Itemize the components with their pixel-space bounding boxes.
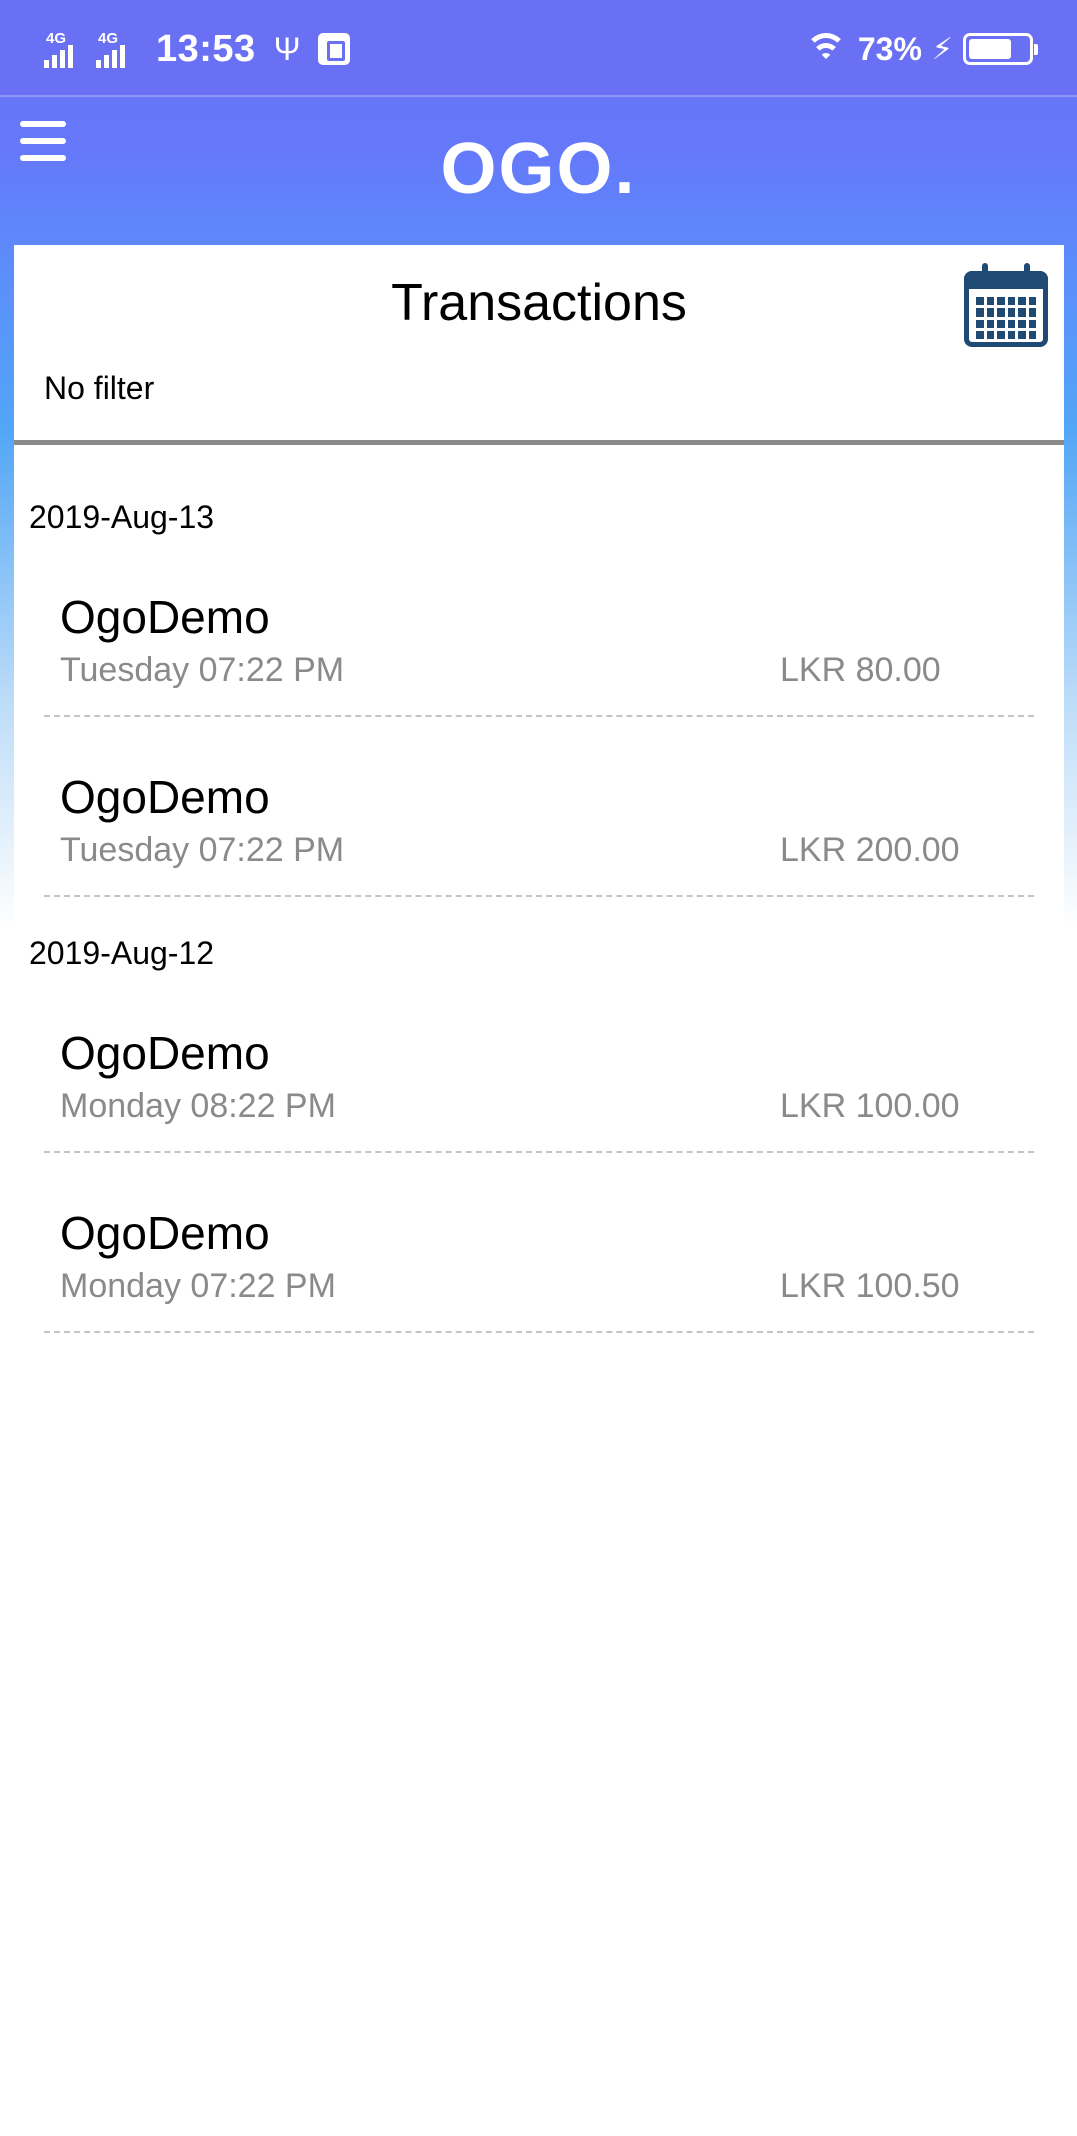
divider [44, 1151, 1034, 1153]
transaction-time: Monday 08:22 PM [60, 1087, 336, 1125]
transaction-item[interactable]: OgoDemo Monday 07:22 PM LKR 100.50 [44, 1206, 1034, 1386]
transaction-time: Monday 07:22 PM [60, 1267, 336, 1305]
divider [44, 715, 1034, 717]
status-right: 73% ⚡︎ [804, 26, 1038, 72]
transaction-item[interactable]: OgoDemo Monday 08:22 PM LKR 100.00 [44, 1026, 1034, 1206]
transaction-amount: LKR 80.00 [780, 651, 941, 689]
filter-status[interactable]: No filter [44, 369, 154, 407]
clock: 13:53 [156, 27, 256, 70]
charging-icon: ⚡︎ [931, 32, 953, 66]
battery-icon [963, 33, 1038, 65]
status-left: 4G 4G 13:53 Ψ [44, 24, 351, 74]
divider [44, 895, 1034, 897]
app-logo: OGO. [440, 129, 637, 209]
status-bar: 4G 4G 13:53 Ψ 73% ⚡︎ [0, 0, 1077, 97]
transaction-merchant: OgoDemo [60, 771, 270, 823]
transaction-merchant: OgoDemo [60, 1207, 270, 1259]
transaction-time: Tuesday 07:22 PM [60, 831, 345, 869]
divider [44, 1331, 1034, 1333]
battery-fill [969, 39, 1011, 59]
calendar-icon[interactable] [964, 263, 1048, 347]
battery-percent: 73% [857, 30, 922, 67]
app-header: OGO. [0, 97, 1077, 245]
usb-debug-icon [318, 33, 351, 65]
wifi-icon [804, 31, 848, 67]
transaction-amount: LKR 100.00 [780, 1087, 960, 1125]
transaction-time: Tuesday 07:22 PM [60, 651, 345, 689]
transaction-amount: LKR 200.00 [780, 831, 960, 869]
page-title: Transactions [391, 274, 687, 332]
transaction-item[interactable]: OgoDemo Tuesday 07:22 PM LKR 80.00 [44, 590, 1034, 770]
network-type: 4G [46, 30, 67, 47]
transaction-merchant: OgoDemo [60, 591, 270, 643]
network-type: 4G [98, 30, 119, 47]
transaction-amount: LKR 100.50 [780, 1267, 960, 1305]
transaction-merchant: OgoDemo [60, 1027, 270, 1079]
signal-icon: 4G [44, 30, 88, 68]
signal-icon: 4G [96, 30, 140, 68]
usb-icon: Ψ [273, 30, 301, 67]
transaction-item[interactable]: OgoDemo Tuesday 07:22 PM LKR 200.00 [44, 770, 1034, 950]
date-header: 2019-Aug-12 [29, 935, 215, 971]
date-header: 2019-Aug-13 [29, 499, 215, 535]
card-header: Transactions No filter [14, 245, 1064, 445]
